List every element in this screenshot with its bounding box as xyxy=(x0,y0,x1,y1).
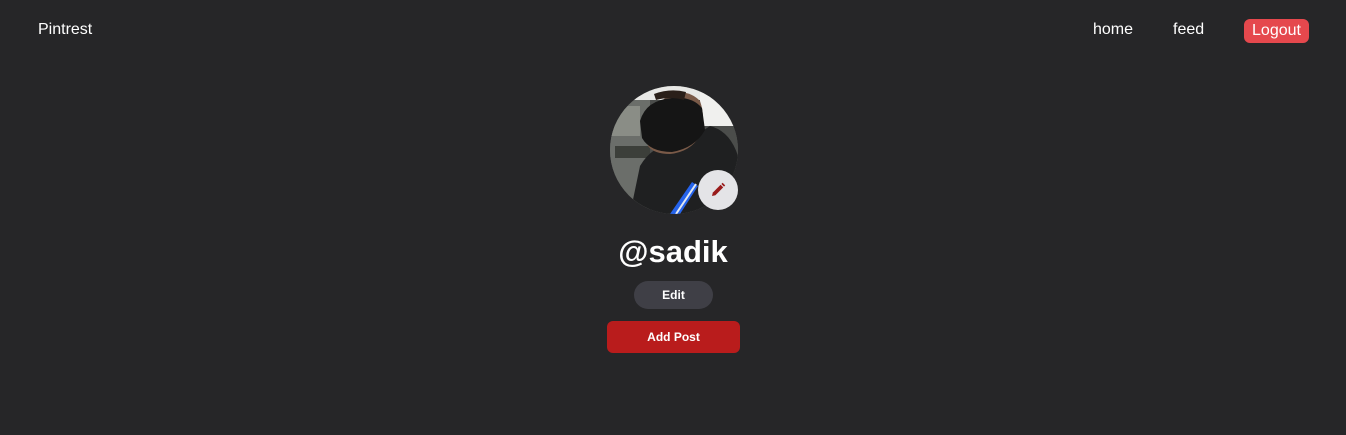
edit-profile-button[interactable]: Edit xyxy=(634,281,713,309)
nav-link-home[interactable]: home xyxy=(1093,21,1133,39)
nav-link-feed[interactable]: feed xyxy=(1173,21,1204,39)
add-post-button[interactable]: Add Post xyxy=(607,321,740,353)
brand-logo[interactable]: Pintrest xyxy=(38,21,92,39)
logout-button[interactable]: Logout xyxy=(1244,19,1309,43)
profile-avatar-container xyxy=(610,86,738,214)
pencil-icon xyxy=(712,182,726,196)
edit-profile-picture-button[interactable] xyxy=(698,170,738,210)
profile-username: @sadik xyxy=(618,234,728,269)
top-navbar: Pintrest home feed Logout xyxy=(0,0,1346,62)
